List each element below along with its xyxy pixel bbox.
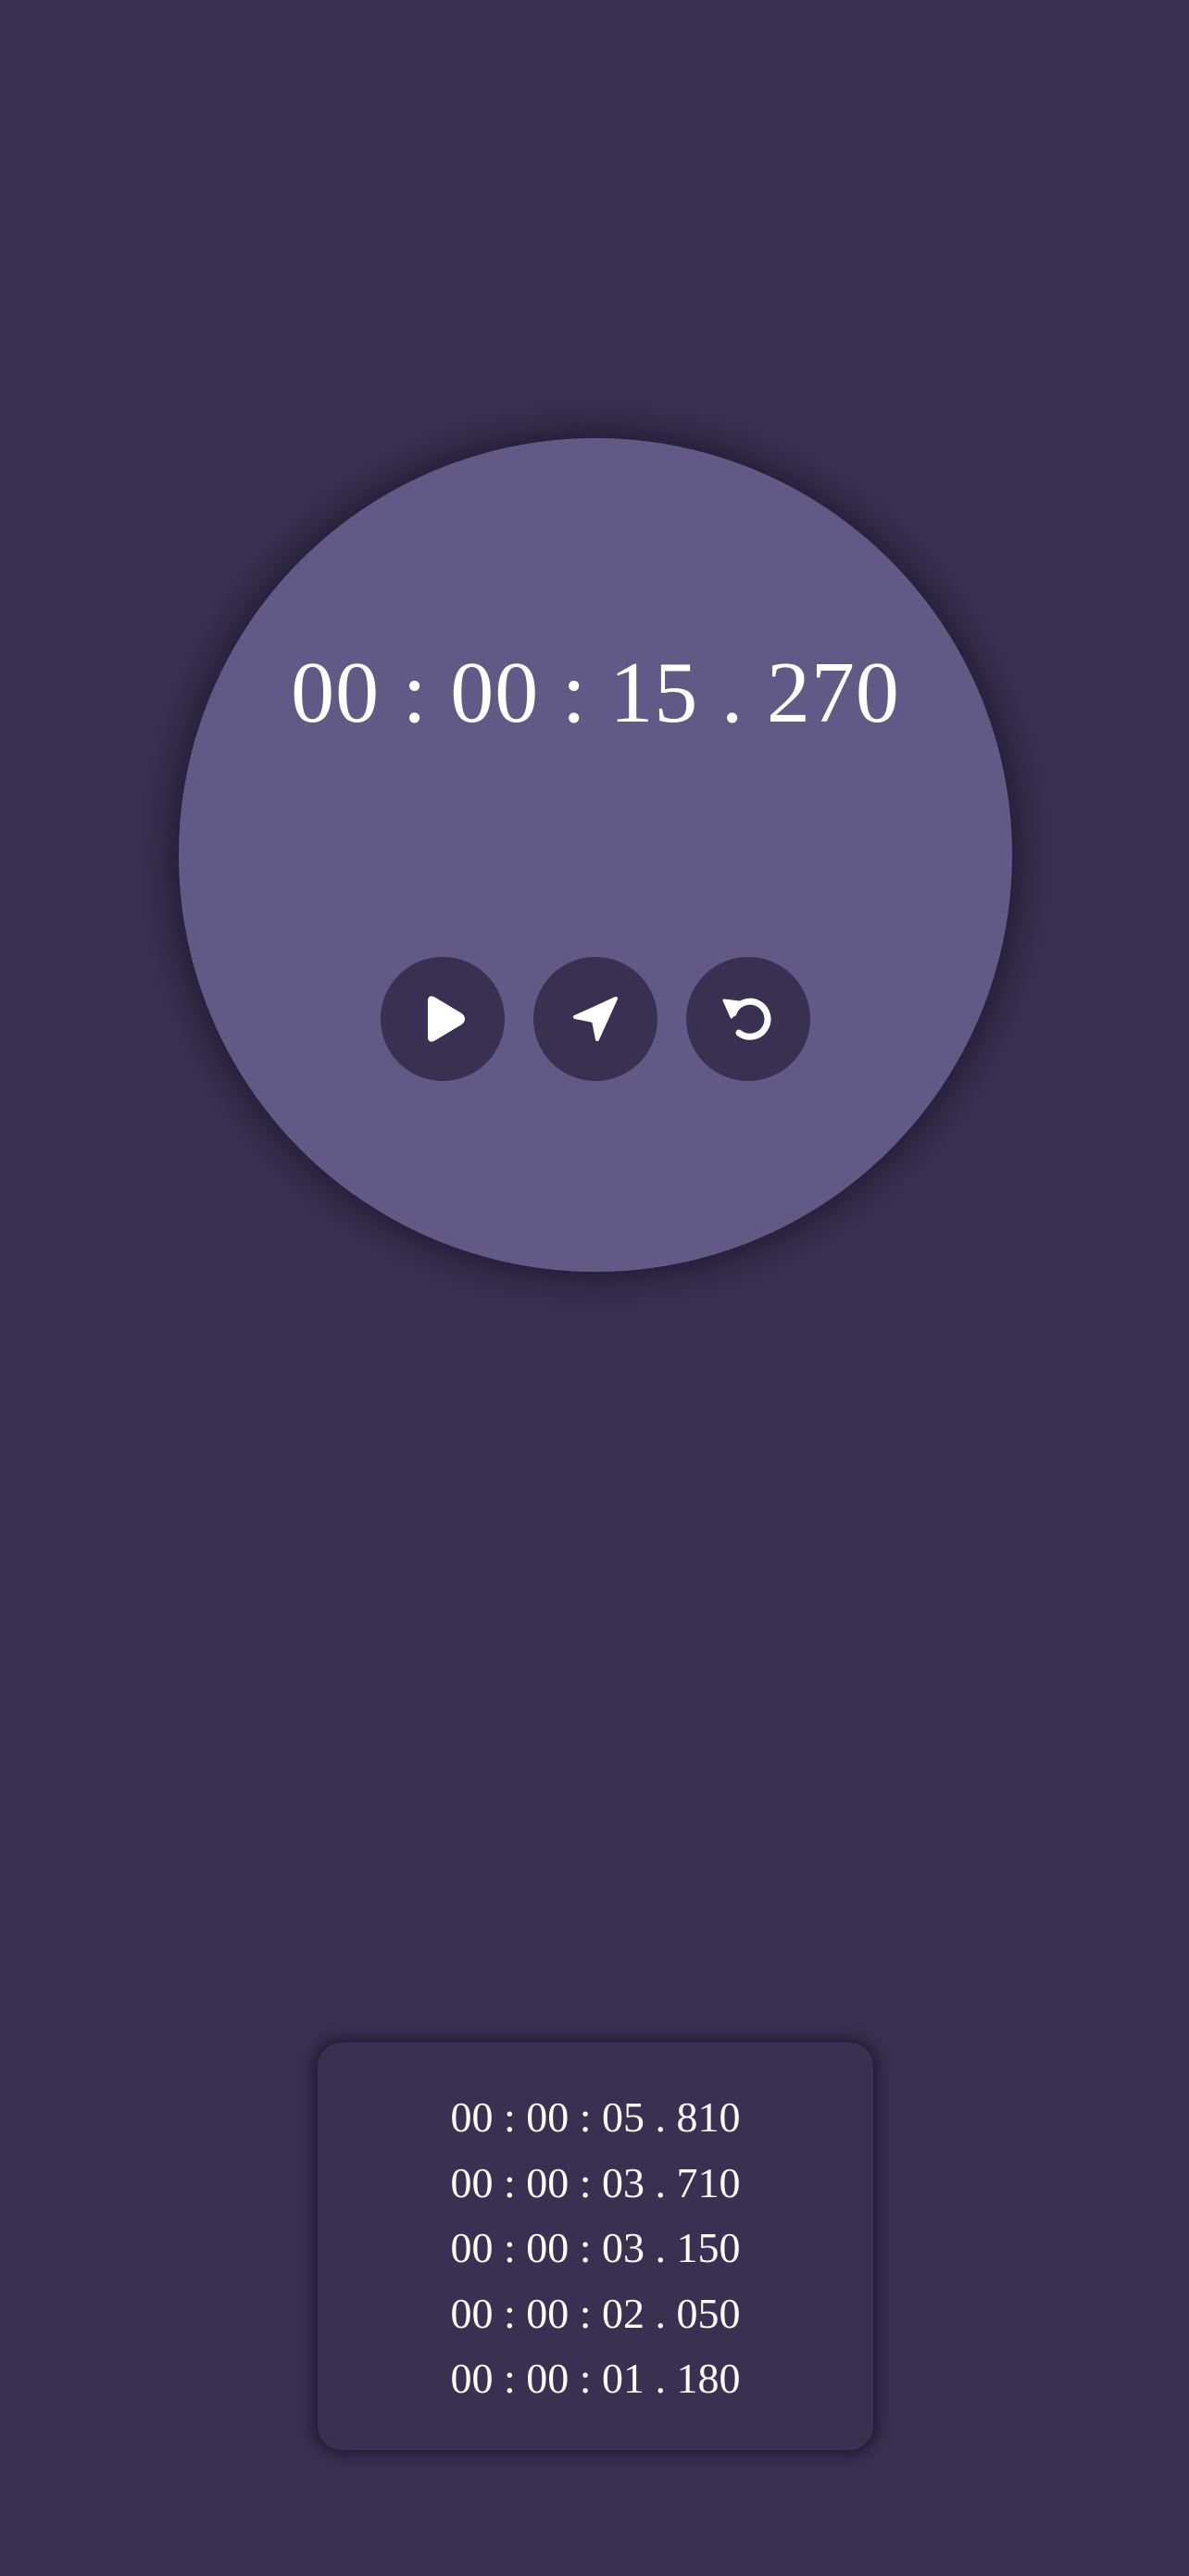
control-buttons (179, 957, 1012, 1081)
reset-button[interactable] (686, 957, 810, 1081)
time-display: 00 : 00 : 15 . 270 (291, 645, 900, 741)
stopwatch-face: 00 : 00 : 15 . 270 (179, 438, 1012, 1272)
stopwatch-app: 00 : 00 : 15 . 270 00 : 00 : 05 . 810 00… (0, 0, 1189, 2576)
laps-list: 00 : 00 : 05 . 810 00 : 00 : 03 . 710 00… (318, 2042, 873, 2450)
lap-item: 00 : 00 : 05 . 810 (450, 2093, 741, 2141)
lap-item: 00 : 00 : 01 . 180 (450, 2355, 741, 2402)
lap-button[interactable] (533, 957, 657, 1081)
lap-item: 00 : 00 : 03 . 150 (450, 2224, 741, 2271)
play-icon (428, 996, 465, 1042)
lap-item: 00 : 00 : 03 . 710 (450, 2158, 741, 2206)
lap-item: 00 : 00 : 02 . 050 (450, 2289, 741, 2337)
navigation-arrow-icon (573, 997, 618, 1041)
start-button[interactable] (381, 957, 505, 1081)
reset-icon (722, 998, 771, 1040)
